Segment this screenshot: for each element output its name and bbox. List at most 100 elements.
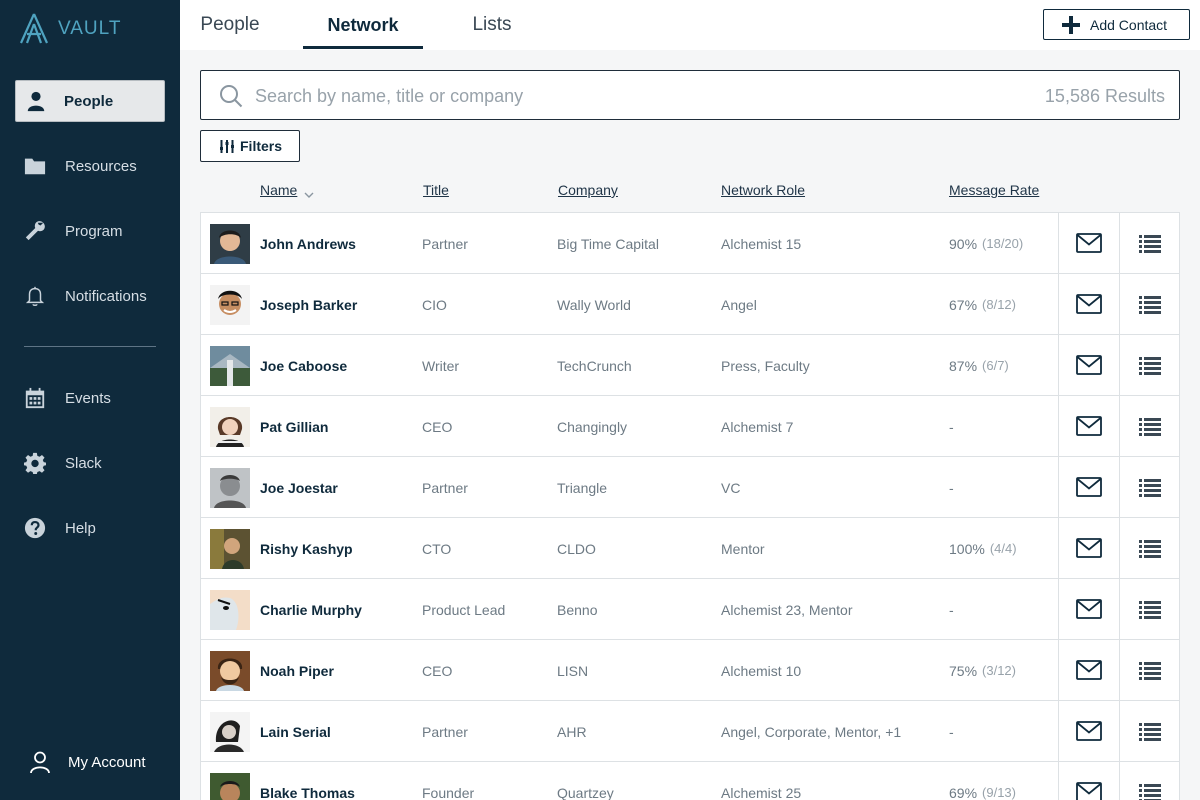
add-to-list-button[interactable]: [1119, 396, 1180, 456]
main-content: People Network Lists Add Contact 15,586 …: [180, 0, 1200, 800]
avatar[interactable]: [210, 651, 250, 691]
contact-name[interactable]: Joe Joestar: [260, 457, 338, 518]
avatar[interactable]: [210, 224, 250, 264]
sidebar-item-program[interactable]: Program: [0, 210, 180, 252]
chevron-down-icon[interactable]: [304, 186, 314, 198]
sidebar-item-help[interactable]: Help: [0, 507, 180, 549]
add-contact-button[interactable]: Add Contact: [1043, 9, 1190, 40]
add-to-list-button[interactable]: [1119, 213, 1180, 273]
sidebar-item-label: Notifications: [65, 287, 147, 305]
column-header-name[interactable]: Name: [260, 182, 297, 198]
contact-title: Writer: [422, 357, 460, 374]
sidebar-item-label: Help: [65, 519, 96, 537]
contact-company: Changingly: [557, 418, 628, 435]
avatar[interactable]: [210, 590, 250, 630]
sidebar-item-label: Slack: [65, 454, 102, 472]
avatar[interactable]: [210, 346, 250, 386]
tab-people[interactable]: People: [180, 0, 280, 50]
table-row[interactable]: John Andrews Partner Big Time Capital Al…: [201, 213, 1179, 274]
message-button[interactable]: [1058, 335, 1119, 395]
add-to-list-button[interactable]: [1119, 640, 1180, 700]
results-count: 15,586 Results: [1044, 86, 1165, 106]
message-button[interactable]: [1058, 579, 1119, 639]
contact-title: Founder: [422, 784, 475, 800]
message-rate: 69% (9/13): [949, 762, 1016, 800]
add-to-list-button[interactable]: [1119, 701, 1180, 761]
sidebar-item-slack[interactable]: Slack: [0, 442, 180, 484]
add-to-list-button[interactable]: [1119, 579, 1180, 639]
contact-name[interactable]: Rishy Kashyp: [260, 518, 353, 579]
column-header-message-rate[interactable]: Message Rate: [949, 182, 1039, 198]
avatar[interactable]: [210, 529, 250, 569]
list-icon: [1139, 662, 1161, 680]
contact-name[interactable]: John Andrews: [260, 213, 356, 274]
person-icon: [25, 90, 47, 112]
add-to-list-button[interactable]: [1119, 518, 1180, 578]
envelope-icon: [1076, 294, 1102, 314]
sidebar-item-notifications[interactable]: Notifications: [0, 275, 180, 317]
filters-button[interactable]: Filters: [200, 130, 300, 162]
tab-label: People: [200, 14, 260, 35]
message-rate-percent: 69%: [949, 784, 978, 800]
envelope-icon: [1076, 721, 1102, 741]
contact-company: Quartzey: [557, 784, 614, 800]
table-row[interactable]: Lain Serial Partner AHR Angel, Corporate…: [201, 701, 1179, 762]
user-outline-icon: [28, 750, 52, 774]
contact-name[interactable]: Blake Thomas: [260, 762, 355, 800]
add-to-list-button[interactable]: [1119, 762, 1180, 800]
message-button[interactable]: [1058, 762, 1119, 800]
add-to-list-button[interactable]: [1119, 457, 1180, 517]
message-rate: 90% (18/20): [949, 213, 1023, 274]
message-rate-percent: -: [949, 723, 954, 740]
brand-name: VAULT: [58, 18, 122, 39]
avatar[interactable]: [210, 712, 250, 752]
message-rate-percent: 87%: [949, 357, 978, 374]
message-button[interactable]: [1058, 274, 1119, 334]
sidebar-item-resources[interactable]: Resources: [0, 145, 180, 187]
contact-name[interactable]: Joe Caboose: [260, 335, 347, 396]
sidebar-item-events[interactable]: Events: [0, 377, 180, 419]
message-rate-percent: -: [949, 479, 954, 496]
avatar[interactable]: [210, 468, 250, 508]
contact-name[interactable]: Noah Piper: [260, 640, 334, 701]
avatar[interactable]: [210, 773, 250, 800]
message-button[interactable]: [1058, 640, 1119, 700]
table-row[interactable]: Joe Caboose Writer TechCrunch Press, Fac…: [201, 335, 1179, 396]
message-button[interactable]: [1058, 213, 1119, 273]
column-header-company[interactable]: Company: [558, 182, 618, 198]
avatar[interactable]: [210, 285, 250, 325]
contact-company: Wally World: [557, 296, 631, 313]
contact-name[interactable]: Pat Gillian: [260, 396, 328, 457]
message-rate-percent: 90%: [949, 235, 978, 252]
message-rate: 75% (3/12): [949, 640, 1016, 701]
table-row[interactable]: Charlie Murphy Product Lead Benno Alchem…: [201, 579, 1179, 640]
contact-name[interactable]: Joseph Barker: [260, 274, 357, 335]
add-to-list-button[interactable]: [1119, 274, 1180, 334]
table-row[interactable]: Pat Gillian CEO Changingly Alchemist 7 -: [201, 396, 1179, 457]
vault-logo[interactable]: VAULT: [18, 12, 121, 46]
table-row[interactable]: Noah Piper CEO LISN Alchemist 10 75% (3/1…: [201, 640, 1179, 701]
table-row[interactable]: Joseph Barker CIO Wally World Angel 67% (…: [201, 274, 1179, 335]
table-row[interactable]: Joe Joestar Partner Triangle VC -: [201, 457, 1179, 518]
contact-network-role: Alchemist 7: [721, 418, 794, 435]
contact-title: Partner: [422, 723, 468, 740]
message-rate-count: (18/20): [982, 236, 1024, 251]
add-to-list-button[interactable]: [1119, 335, 1180, 395]
my-account-link[interactable]: My Account: [0, 742, 180, 782]
contact-network-role: Mentor: [721, 540, 765, 557]
search-input[interactable]: [255, 81, 955, 111]
column-header-network-role[interactable]: Network Role: [721, 182, 805, 198]
message-button[interactable]: [1058, 396, 1119, 456]
table-row[interactable]: Rishy Kashyp CTO CLDO Mentor 100% (4/4): [201, 518, 1179, 579]
tab-network[interactable]: Network: [303, 0, 423, 50]
contact-name[interactable]: Charlie Murphy: [260, 579, 362, 640]
message-button[interactable]: [1058, 701, 1119, 761]
contact-name[interactable]: Lain Serial: [260, 701, 331, 762]
tab-lists[interactable]: Lists: [452, 0, 532, 50]
column-header-title[interactable]: Title: [423, 182, 449, 198]
message-button[interactable]: [1058, 457, 1119, 517]
table-row[interactable]: Blake Thomas Founder Quartzey Alchemist …: [201, 762, 1179, 800]
message-button[interactable]: [1058, 518, 1119, 578]
avatar[interactable]: [210, 407, 250, 447]
sidebar-item-people[interactable]: People: [15, 80, 165, 122]
